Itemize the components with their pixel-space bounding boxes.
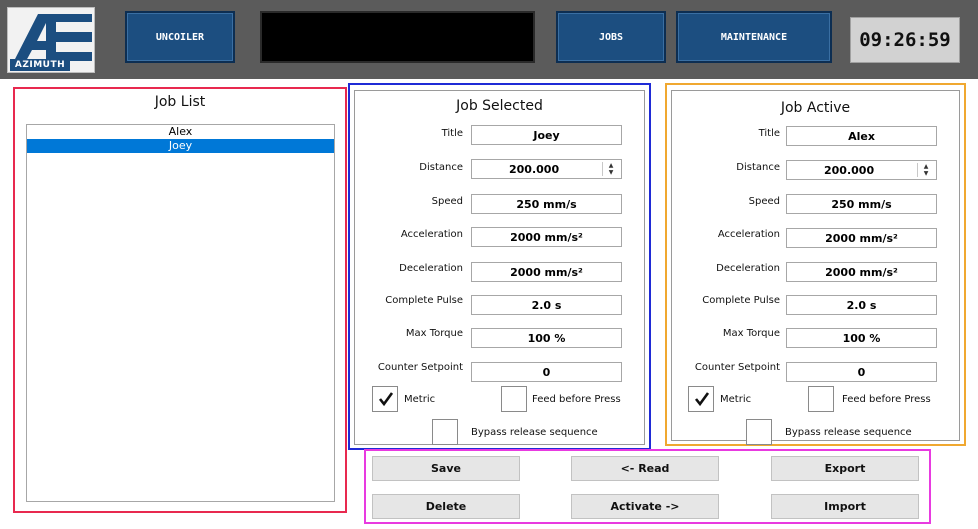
job-active-panel: Job Active Title Alex Distance 200.000 ▲… <box>671 90 960 445</box>
active-distance-value: 200.000 <box>824 163 875 177</box>
checkmark-icon <box>694 392 710 407</box>
job-list-panel: Job List Alex Joey <box>13 87 347 513</box>
label-distance: Distance <box>419 162 463 173</box>
spin-down-icon[interactable]: ▼ <box>603 169 619 176</box>
spin-up-icon[interactable]: ▲ <box>918 163 934 170</box>
list-item[interactable]: Alex <box>27 125 334 139</box>
export-button[interactable]: Export <box>771 456 919 481</box>
active-max-torque-field[interactable]: 100 % <box>786 328 937 348</box>
label-counter-setpoint: Counter Setpoint <box>694 362 780 373</box>
title-field[interactable]: Joey <box>471 125 622 145</box>
label-complete-pulse: Complete Pulse <box>702 295 780 306</box>
import-button[interactable]: Import <box>771 494 919 519</box>
clock-display: 09:26:59 <box>850 17 960 63</box>
active-counter-setpoint-field[interactable]: 0 <box>786 362 937 382</box>
job-list-title: Job List <box>154 94 206 110</box>
delete-button[interactable]: Delete <box>372 494 520 519</box>
save-button[interactable]: Save <box>372 456 520 481</box>
label-acceleration: Acceleration <box>400 229 463 240</box>
distance-stepper[interactable]: 200.000 ▲ ▼ <box>471 159 622 179</box>
acceleration-field[interactable]: 2000 mm/s² <box>471 227 622 247</box>
spin-down-icon[interactable]: ▼ <box>918 170 934 177</box>
label-max-torque: Max Torque <box>405 328 463 339</box>
active-distance-stepper[interactable]: 200.000 ▲ ▼ <box>786 160 937 180</box>
label-counter-setpoint: Counter Setpoint <box>377 362 463 373</box>
active-feed-before-press-checkbox[interactable] <box>808 386 834 412</box>
label-speed: Speed <box>748 196 780 207</box>
read-button[interactable]: <- Read <box>571 456 719 481</box>
top-bar: AZIMUTH UNCOILER JOBS MAINTENANCE 09:26:… <box>0 0 978 79</box>
label-max-torque: Max Torque <box>722 328 780 339</box>
distance-value: 200.000 <box>509 162 560 176</box>
distance-spinner[interactable]: ▲ ▼ <box>602 162 619 176</box>
active-acceleration-field[interactable]: 2000 mm/s² <box>786 228 937 248</box>
feed-before-press-checkbox[interactable] <box>501 386 527 412</box>
job-selected-frame: Job Selected Title Joey Distance 200.000… <box>348 83 651 450</box>
logo-wordmark: AZIMUTH <box>10 59 70 71</box>
active-bypass-release-checkbox[interactable] <box>746 419 772 445</box>
job-selected-title: Job Selected <box>456 98 543 114</box>
azimuth-logo: AZIMUTH <box>7 7 95 73</box>
metric-label: Metric <box>404 394 436 405</box>
active-metric-checkbox[interactable] <box>688 386 714 412</box>
job-active-frame: Job Active Title Alex Distance 200.000 ▲… <box>665 83 966 446</box>
active-distance-spinner[interactable]: ▲ ▼ <box>917 163 934 177</box>
bypass-release-label: Bypass release sequence <box>471 427 598 438</box>
bypass-release-checkbox[interactable] <box>432 419 458 445</box>
nav-maintenance-button[interactable]: MAINTENANCE <box>676 11 832 63</box>
label-acceleration: Acceleration <box>717 229 780 240</box>
nav-uncoiler-button[interactable]: UNCOILER <box>125 11 235 63</box>
counter-setpoint-field[interactable]: 0 <box>471 362 622 382</box>
list-item-selected[interactable]: Joey <box>27 139 334 153</box>
active-metric-label: Metric <box>720 394 752 405</box>
label-distance: Distance <box>736 162 780 173</box>
complete-pulse-field[interactable]: 2.0 s <box>471 295 622 315</box>
active-feed-before-press-label: Feed before Press <box>842 394 931 405</box>
active-deceleration-field[interactable]: 2000 mm/s² <box>786 262 937 282</box>
nav-jobs-button[interactable]: JOBS <box>556 11 666 63</box>
active-title-field[interactable]: Alex <box>786 126 937 146</box>
label-complete-pulse: Complete Pulse <box>385 295 463 306</box>
checkmark-icon <box>378 392 394 407</box>
job-listbox[interactable]: Alex Joey <box>26 124 335 502</box>
job-selected-panel: Job Selected Title Joey Distance 200.000… <box>354 90 645 445</box>
active-bypass-release-label: Bypass release sequence <box>785 427 912 438</box>
feed-before-press-label: Feed before Press <box>532 394 621 405</box>
deceleration-field[interactable]: 2000 mm/s² <box>471 262 622 282</box>
label-title: Title <box>441 128 463 139</box>
activate-button[interactable]: Activate -> <box>571 494 719 519</box>
spin-up-icon[interactable]: ▲ <box>603 162 619 169</box>
status-display <box>260 11 535 63</box>
label-title: Title <box>758 128 780 139</box>
label-deceleration: Deceleration <box>399 263 463 274</box>
label-deceleration: Deceleration <box>716 263 780 274</box>
active-complete-pulse-field[interactable]: 2.0 s <box>786 295 937 315</box>
job-active-title: Job Active <box>780 100 851 116</box>
speed-field[interactable]: 250 mm/s <box>471 194 622 214</box>
actions-panel: Save Delete <- Read Activate -> Export I… <box>364 449 931 524</box>
metric-checkbox[interactable] <box>372 386 398 412</box>
max-torque-field[interactable]: 100 % <box>471 328 622 348</box>
active-speed-field[interactable]: 250 mm/s <box>786 194 937 214</box>
label-speed: Speed <box>431 196 463 207</box>
